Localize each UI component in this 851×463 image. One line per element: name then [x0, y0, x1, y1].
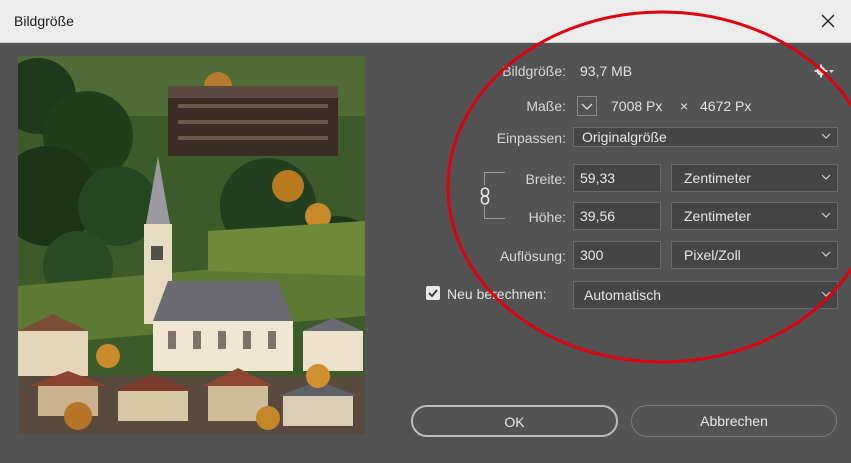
- width-input[interactable]: 59,33: [573, 164, 661, 192]
- width-unit-value: Zentimeter: [684, 170, 751, 186]
- height-input[interactable]: 39,56: [573, 202, 661, 230]
- dialog-title: Bildgröße: [14, 13, 74, 29]
- resample-label: Neu berechnen:: [447, 286, 547, 302]
- height-unit-value: Zentimeter: [684, 208, 751, 224]
- height-unit-select[interactable]: Zentimeter: [671, 202, 838, 230]
- height-label: Höhe:: [528, 209, 566, 225]
- resample-method-value: Automatisch: [584, 287, 662, 303]
- dimensions-times: ×: [680, 98, 689, 114]
- resolution-input[interactable]: 300: [573, 241, 661, 269]
- chevron-down-icon: [821, 133, 831, 139]
- resample-method-select[interactable]: Automatisch: [573, 281, 838, 309]
- width-label: Breite:: [525, 171, 566, 187]
- ok-button[interactable]: OK: [411, 405, 618, 437]
- image-preview[interactable]: [18, 56, 365, 434]
- dimensions-width: 7008 Px: [611, 98, 663, 114]
- cancel-button[interactable]: Abbrechen: [631, 405, 837, 437]
- chevron-down-icon: [821, 174, 831, 180]
- chevron-down-icon: [821, 291, 831, 297]
- height-input-value: 39,56: [580, 208, 616, 224]
- chevron-down-icon: [821, 251, 831, 257]
- width-input-value: 59,33: [580, 170, 616, 186]
- close-icon[interactable]: [815, 8, 841, 34]
- fit-label: Einpassen:: [496, 130, 566, 146]
- image-size-value: 93,7 MB: [580, 63, 633, 79]
- dimensions-label: Maße:: [526, 98, 566, 114]
- fit-select[interactable]: Originalgröße: [573, 127, 838, 147]
- resolution-unit-select[interactable]: Pixel/Zoll: [671, 241, 838, 269]
- gear-icon[interactable]: [813, 62, 835, 80]
- title-bar: Bildgröße: [0, 0, 851, 43]
- image-size-dialog: Bildgröße Bildgröße: 93,7 MB Maße: 7008 …: [0, 0, 851, 463]
- resolution-label: Auflösung:: [499, 248, 566, 264]
- preview-photo: [18, 56, 365, 434]
- fit-select-value: Originalgröße: [582, 129, 667, 145]
- dimensions-unit-toggle[interactable]: [577, 96, 597, 116]
- dimensions-height: 4672 Px: [700, 98, 752, 114]
- image-size-label: Bildgröße:: [502, 63, 566, 79]
- resolution-input-value: 300: [580, 247, 604, 263]
- chevron-down-icon: [821, 212, 831, 218]
- chevron-down-icon: [581, 103, 593, 110]
- checkmark-icon: [428, 289, 438, 298]
- width-unit-select[interactable]: Zentimeter: [671, 164, 838, 192]
- resolution-unit-value: Pixel/Zoll: [684, 247, 741, 263]
- resample-checkbox[interactable]: [426, 286, 440, 300]
- chain-link-icon[interactable]: [477, 186, 493, 206]
